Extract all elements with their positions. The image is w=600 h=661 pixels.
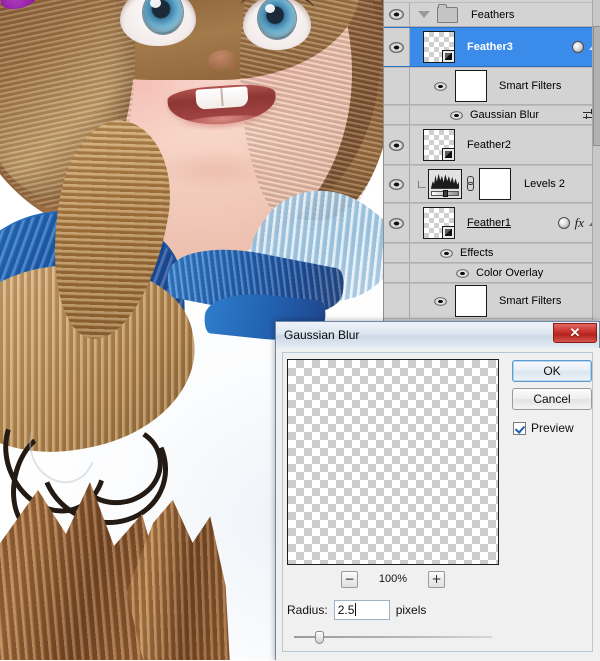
radius-slider[interactable]: [294, 630, 492, 644]
layer-thumbnail-feather2[interactable]: [423, 129, 455, 161]
layers-panel-scrollbar-thumb[interactable]: [593, 26, 600, 146]
visibility-spacer: [384, 68, 410, 104]
layer-row-feather1-effects[interactable]: Effects: [384, 243, 600, 263]
cancel-button[interactable]: Cancel: [512, 388, 592, 410]
layer-row-feather3-gaussian-blur[interactable]: Gaussian Blur: [384, 105, 600, 125]
zoom-out-button[interactable]: −: [341, 571, 358, 588]
text-caret: [355, 603, 356, 616]
layer-row-feather3-smart-filters[interactable]: Smart Filters: [384, 67, 600, 105]
link-icon[interactable]: [466, 176, 475, 192]
layer-label-feather1-smart-filters: Smart Filters: [499, 295, 561, 307]
layer-thumbnail-levels2[interactable]: [428, 169, 462, 199]
layer-label-feather1: Feather1: [467, 217, 511, 229]
radius-slider-thumb[interactable]: [315, 631, 324, 644]
preview-checkbox-row[interactable]: Preview: [513, 421, 574, 435]
layer-row-levels2[interactable]: ∟ Levels 2: [384, 165, 600, 203]
visibility-spacer: [384, 284, 410, 318]
eye-icon: [389, 179, 404, 190]
fx-icon[interactable]: fx: [575, 215, 584, 231]
layer-label-feather3: Feather3: [467, 41, 513, 53]
layer-row-feather3[interactable]: Feather3: [384, 27, 600, 67]
radius-value: 2.5: [338, 603, 355, 617]
radius-units-label: pixels: [396, 603, 427, 617]
radius-input[interactable]: 2.5: [334, 600, 390, 620]
chevron-down-icon[interactable]: [418, 11, 430, 18]
layer-label-feather1-effects: Effects: [460, 247, 493, 259]
preview-checkbox-label: Preview: [531, 421, 574, 435]
smart-filters-mask-thumbnail[interactable]: [455, 285, 487, 317]
blur-preview-area[interactable]: [287, 359, 499, 565]
layer-mask-icon[interactable]: [558, 217, 570, 229]
layer-row-feather2[interactable]: Feather2: [384, 125, 600, 165]
preview-checkbox[interactable]: [513, 422, 526, 435]
smart-filters-mask-thumbnail[interactable]: [455, 70, 487, 102]
visibility-spacer: [384, 106, 410, 124]
smart-object-badge-icon: [442, 148, 455, 161]
layer-label-levels2: Levels 2: [524, 178, 565, 190]
eye-icon[interactable]: [456, 269, 469, 278]
girl-nose: [208, 50, 238, 72]
dialog-title: Gaussian Blur: [284, 328, 359, 342]
folder-icon: [437, 7, 458, 23]
eye-icon: [389, 218, 404, 229]
eye-icon: [389, 9, 404, 20]
eye-icon[interactable]: [434, 297, 447, 306]
layers-panel[interactable]: Feathers Feather3 Smart Filters Gaussian…: [383, 0, 600, 320]
eye-icon: [389, 140, 404, 151]
layer-row-feathers-group[interactable]: Feathers: [384, 2, 600, 27]
layer-mask-icon[interactable]: [572, 41, 584, 53]
zoom-level-value: 100%: [376, 573, 410, 585]
layer-mask-thumbnail-levels2[interactable]: [479, 168, 511, 200]
layer-label-feather3-smart-filters: Smart Filters: [499, 80, 561, 92]
girl-nostril-right: [228, 65, 235, 69]
preview-zoom-controls: − 100% +: [287, 570, 499, 588]
visibility-toggle-levels2[interactable]: [384, 166, 410, 202]
eye-icon[interactable]: [450, 111, 463, 120]
zoom-in-button[interactable]: +: [428, 571, 445, 588]
layer-label-feather2: Feather2: [467, 139, 511, 151]
smart-object-badge-icon: [442, 226, 455, 239]
radius-control-row: Radius: 2.5 pixels: [287, 600, 426, 620]
dialog-title-bar[interactable]: Gaussian Blur ✕: [276, 322, 599, 349]
layer-label-feathers-group: Feathers: [471, 9, 514, 21]
smart-object-badge-icon: [442, 50, 455, 63]
layer-label-feather1-color-overlay: Color Overlay: [476, 267, 543, 279]
girl-nostril-left: [210, 63, 217, 67]
histogram-icon: [431, 172, 459, 188]
close-icon[interactable]: ✕: [553, 323, 597, 343]
layers-panel-scrollbar[interactable]: [592, 0, 600, 320]
ok-button[interactable]: OK: [512, 360, 592, 382]
visibility-spacer: [384, 264, 410, 282]
layer-row-feather1-smart-filters[interactable]: Smart Filters: [384, 283, 600, 319]
clipping-mask-arrow-icon: ∟: [416, 179, 428, 189]
eye-icon[interactable]: [434, 82, 447, 91]
visibility-toggle-feather2[interactable]: [384, 126, 410, 164]
visibility-toggle-feathers-group[interactable]: [384, 3, 410, 26]
eye-icon: [389, 42, 404, 53]
visibility-toggle-feather3[interactable]: [384, 28, 410, 66]
layer-label-feather3-gaussian-blur: Gaussian Blur: [470, 109, 539, 121]
levels-midpoint-knob: [443, 190, 448, 197]
layer-row-feather1[interactable]: Feather1 fx: [384, 203, 600, 243]
radius-label: Radius:: [287, 603, 328, 617]
layer-thumbnail-feather3[interactable]: [423, 31, 455, 63]
histogram-axis: [431, 188, 459, 189]
visibility-toggle-feather1[interactable]: [384, 204, 410, 242]
layer-thumbnail-feather1[interactable]: [423, 207, 455, 239]
layer-row-feather1-color-overlay[interactable]: Color Overlay: [384, 263, 600, 283]
visibility-spacer: [384, 244, 410, 262]
eye-icon[interactable]: [440, 249, 453, 258]
